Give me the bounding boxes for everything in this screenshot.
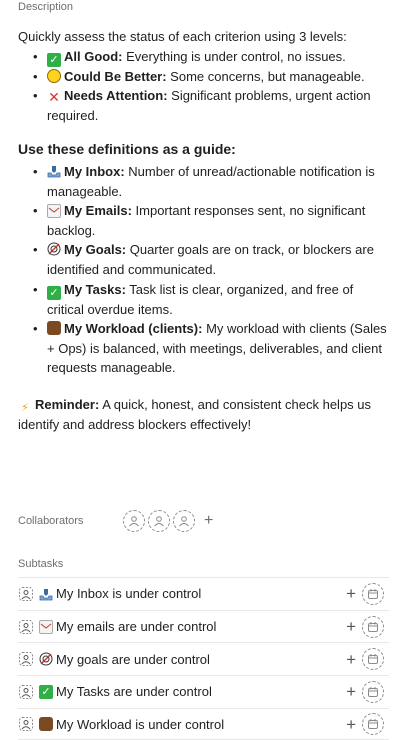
lightning-icon: ⚡ — [21, 401, 29, 414]
due-date-button[interactable] — [362, 680, 384, 703]
collaborator-avatar[interactable] — [173, 510, 195, 532]
description-intro: Quickly assess the status of each criter… — [18, 29, 347, 44]
calendar-icon — [368, 719, 378, 730]
calendar-icon — [368, 588, 378, 599]
calendar-icon — [368, 686, 378, 697]
definition-item: My Workload (clients): My workload with … — [18, 319, 388, 378]
inbox-tray-icon — [47, 164, 61, 178]
level-item: Could Be Better: Some concerns, but mana… — [18, 67, 388, 87]
assignee-icon[interactable] — [19, 717, 33, 732]
subtasks-label: Subtasks — [18, 558, 64, 570]
subtask-row[interactable]: My emails are under control + — [18, 609, 389, 643]
collaborators-row: Collaborators + — [18, 510, 213, 532]
due-date-button[interactable] — [362, 713, 384, 736]
levels-list: ✓All Good: Everything is under control, … — [18, 47, 388, 126]
definition-name: My Goals: — [64, 242, 127, 258]
reminder: ⚡ Reminder: A quick, honest, and consiste… — [18, 395, 388, 435]
add-subtask-item-button[interactable]: + — [346, 683, 356, 700]
subtask-row[interactable]: ✓ My Tasks are under control + — [18, 675, 389, 708]
briefcase-icon — [39, 717, 53, 732]
subtask-title[interactable]: My Workload is under control — [56, 717, 346, 732]
description-label: Description — [18, 1, 74, 13]
definition-item: My Goals: Quarter goals are on track, or… — [18, 240, 388, 279]
add-subtask-item-button[interactable]: + — [346, 716, 356, 733]
subtasks-list: My Inbox is under control + My emails ar… — [18, 577, 389, 740]
subtask-row[interactable]: My goals are under control + — [18, 642, 389, 675]
person-icon — [154, 516, 164, 527]
level-text: Everything is under control, no issues. — [122, 48, 346, 64]
level-text: Some concerns, but manageable. — [166, 68, 365, 84]
collaborators-label: Collaborators — [18, 515, 84, 527]
due-date-button[interactable] — [362, 648, 384, 671]
assignee-icon[interactable] — [19, 619, 33, 634]
add-collaborator-button[interactable]: + — [204, 513, 213, 529]
briefcase-icon — [47, 321, 61, 336]
check-box-icon: ✓ — [47, 52, 61, 67]
person-icon — [179, 516, 189, 527]
check-box-icon: ✓ — [47, 285, 61, 300]
level-name: Needs Attention: — [64, 88, 168, 104]
person-icon — [129, 516, 139, 527]
inbox-tray-icon — [39, 587, 53, 601]
description-body[interactable]: Quickly assess the status of each criter… — [18, 27, 388, 435]
definition-name: My Tasks: — [64, 281, 126, 297]
definition-item: ✓My Tasks: Task list is clear, organized… — [18, 280, 388, 320]
target-icon — [39, 652, 53, 666]
add-subtask-item-button[interactable]: + — [346, 651, 356, 668]
calendar-icon — [368, 621, 378, 632]
yellow-circle-icon — [47, 68, 61, 83]
subtask-row[interactable]: My Inbox is under control + — [18, 577, 389, 610]
due-date-button[interactable] — [362, 615, 384, 638]
subtask-title[interactable]: My emails are under control — [56, 619, 346, 634]
add-subtask-item-button[interactable]: + — [346, 585, 356, 602]
definition-name: My Workload (clients): — [64, 321, 203, 337]
subtask-title[interactable]: My Inbox is under control — [56, 586, 346, 601]
assignee-icon[interactable] — [19, 684, 33, 699]
definition-name: My Inbox: — [64, 163, 125, 179]
target-icon — [47, 242, 61, 256]
collaborator-avatar[interactable] — [148, 510, 170, 532]
subtask-title[interactable]: My goals are under control — [56, 652, 346, 667]
red-x-icon: ✕ — [48, 89, 60, 106]
level-item: ✓All Good: Everything is under control, … — [18, 47, 388, 67]
collaborator-avatar[interactable] — [123, 510, 145, 532]
definition-name: My Emails: — [64, 203, 132, 219]
envelope-icon — [47, 204, 61, 219]
assignee-icon[interactable] — [19, 652, 33, 667]
assignee-icon[interactable] — [19, 586, 33, 601]
envelope-icon — [39, 619, 53, 634]
definition-item: My Inbox: Number of unread/actionable no… — [18, 162, 388, 201]
definition-item: My Emails: Important responses sent, no … — [18, 201, 388, 240]
guide-heading: Use these definitions as a guide: — [18, 141, 236, 158]
subtask-title[interactable]: My Tasks are under control — [56, 684, 346, 699]
check-box-icon: ✓ — [39, 684, 53, 699]
definitions-list: My Inbox: Number of unread/actionable no… — [18, 162, 388, 378]
level-name: Could Be Better: — [64, 68, 167, 84]
add-subtask-item-button[interactable]: + — [346, 618, 356, 635]
due-date-button[interactable] — [362, 582, 384, 605]
level-name: All Good: — [64, 48, 123, 64]
calendar-icon — [368, 654, 378, 665]
level-item: ✕Needs Attention: Significant problems, … — [18, 86, 388, 125]
reminder-label: Reminder: — [35, 396, 100, 412]
subtask-row[interactable]: My Workload is under control + — [18, 707, 389, 740]
